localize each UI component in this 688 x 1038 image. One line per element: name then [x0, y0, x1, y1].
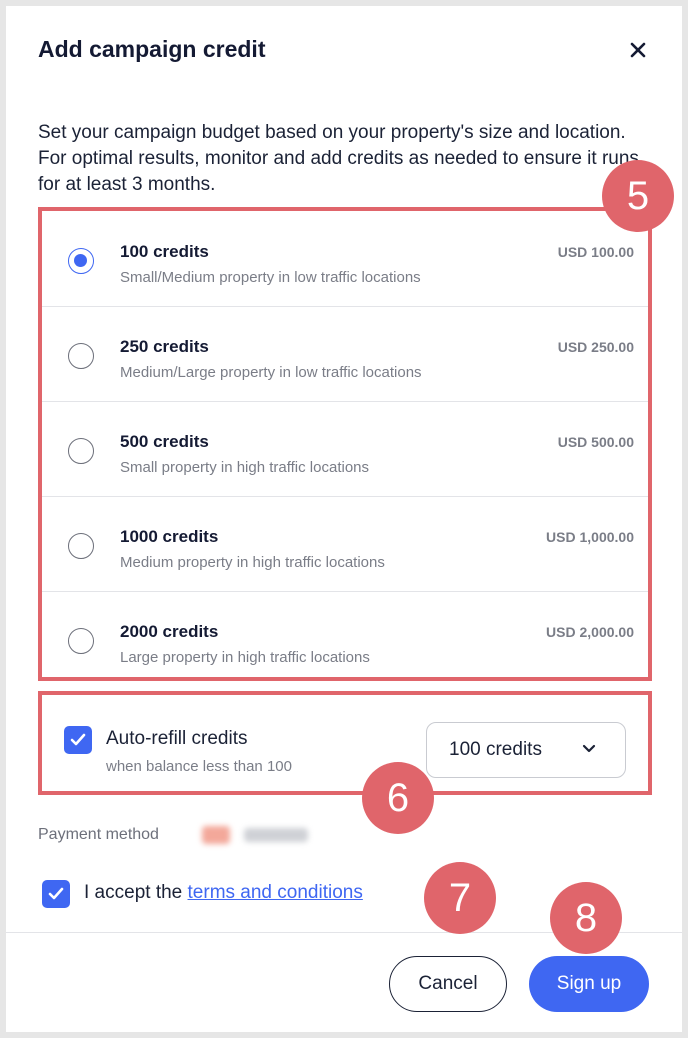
intro-text: Set your campaign budget based on your p…: [38, 122, 639, 195]
cancel-button[interactable]: Cancel: [389, 956, 507, 1012]
card-number-redacted: [244, 828, 308, 842]
terms-checkbox[interactable]: [42, 880, 70, 908]
card-brand-icon: [202, 826, 230, 844]
close-button[interactable]: [624, 36, 652, 64]
terms-link[interactable]: terms and conditions: [188, 882, 363, 903]
terms-text: I accept the terms and conditions: [84, 882, 363, 904]
sign-up-button[interactable]: Sign up: [529, 956, 649, 1012]
terms-prefix: I accept the: [84, 882, 183, 903]
checkmark-icon: [48, 887, 64, 900]
annotation-highlight-options: [38, 207, 652, 681]
annotation-badge: 6: [362, 762, 434, 834]
dialog-title: Add campaign credit: [38, 36, 266, 62]
annotation-badge: 5: [602, 160, 674, 232]
annotation-badge: 8: [550, 882, 622, 954]
annotation-badge: 7: [424, 862, 496, 934]
annotation-highlight-refill: [38, 691, 652, 795]
payment-method-label: Payment method: [38, 826, 159, 843]
close-icon: [630, 42, 646, 58]
